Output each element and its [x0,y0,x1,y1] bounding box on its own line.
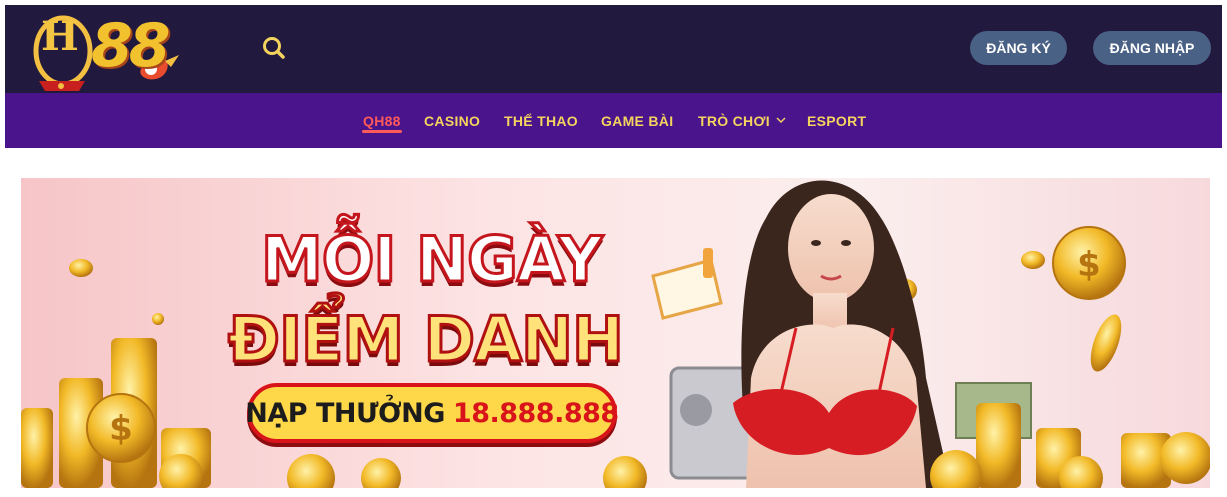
banner-bonus-badge: NẠP THƯỞNG 18.888.888 [245,383,619,443]
nav-item-tro-choi[interactable]: TRÒ CHƠI [698,113,770,129]
nav-item-casino[interactable]: CASINO [424,113,480,129]
svg-text:$: $ [109,409,133,449]
chevron-down-icon[interactable] [776,115,786,125]
logo-number: 88 [91,11,170,81]
svg-text:$: $ [1077,245,1101,285]
nav-item-game-bai[interactable]: GAME BÀI [601,113,673,129]
nav-item-esport[interactable]: ESPORT [807,113,866,129]
banner-bonus-amount: 18.888.888 [452,397,619,429]
logo-letter: H [41,13,79,60]
nav-item-the-thao[interactable]: THỂ THAO [504,113,578,129]
model-figure [733,180,951,488]
coin-stack-right: $ [930,226,1210,488]
nav-active-indicator [362,130,402,133]
main-nav: QH88 CASINO THỂ THAO GAME BÀI TRÒ CHƠI E… [5,93,1222,148]
search-icon[interactable] [261,35,287,61]
nav-item-qh88[interactable]: QH88 [363,113,401,129]
promo-banner[interactable]: $ $ MỖI NGÀY ĐIỂM DANH NẠP THƯỞNG 18.888… [21,178,1210,488]
site-header: H 88 ĐĂNG KÝ ĐĂNG NHẬP [5,5,1222,93]
login-button[interactable]: ĐĂNG NHẬP [1093,31,1211,65]
banner-bonus-label: NẠP THƯỞNG [245,397,445,429]
banner-headline-2: ĐIỂM DANH [227,302,626,378]
register-button[interactable]: ĐĂNG KÝ [970,31,1067,65]
banner-headline-1: MỖI NGÀY [260,222,605,298]
site-logo[interactable]: H 88 [33,11,183,95]
